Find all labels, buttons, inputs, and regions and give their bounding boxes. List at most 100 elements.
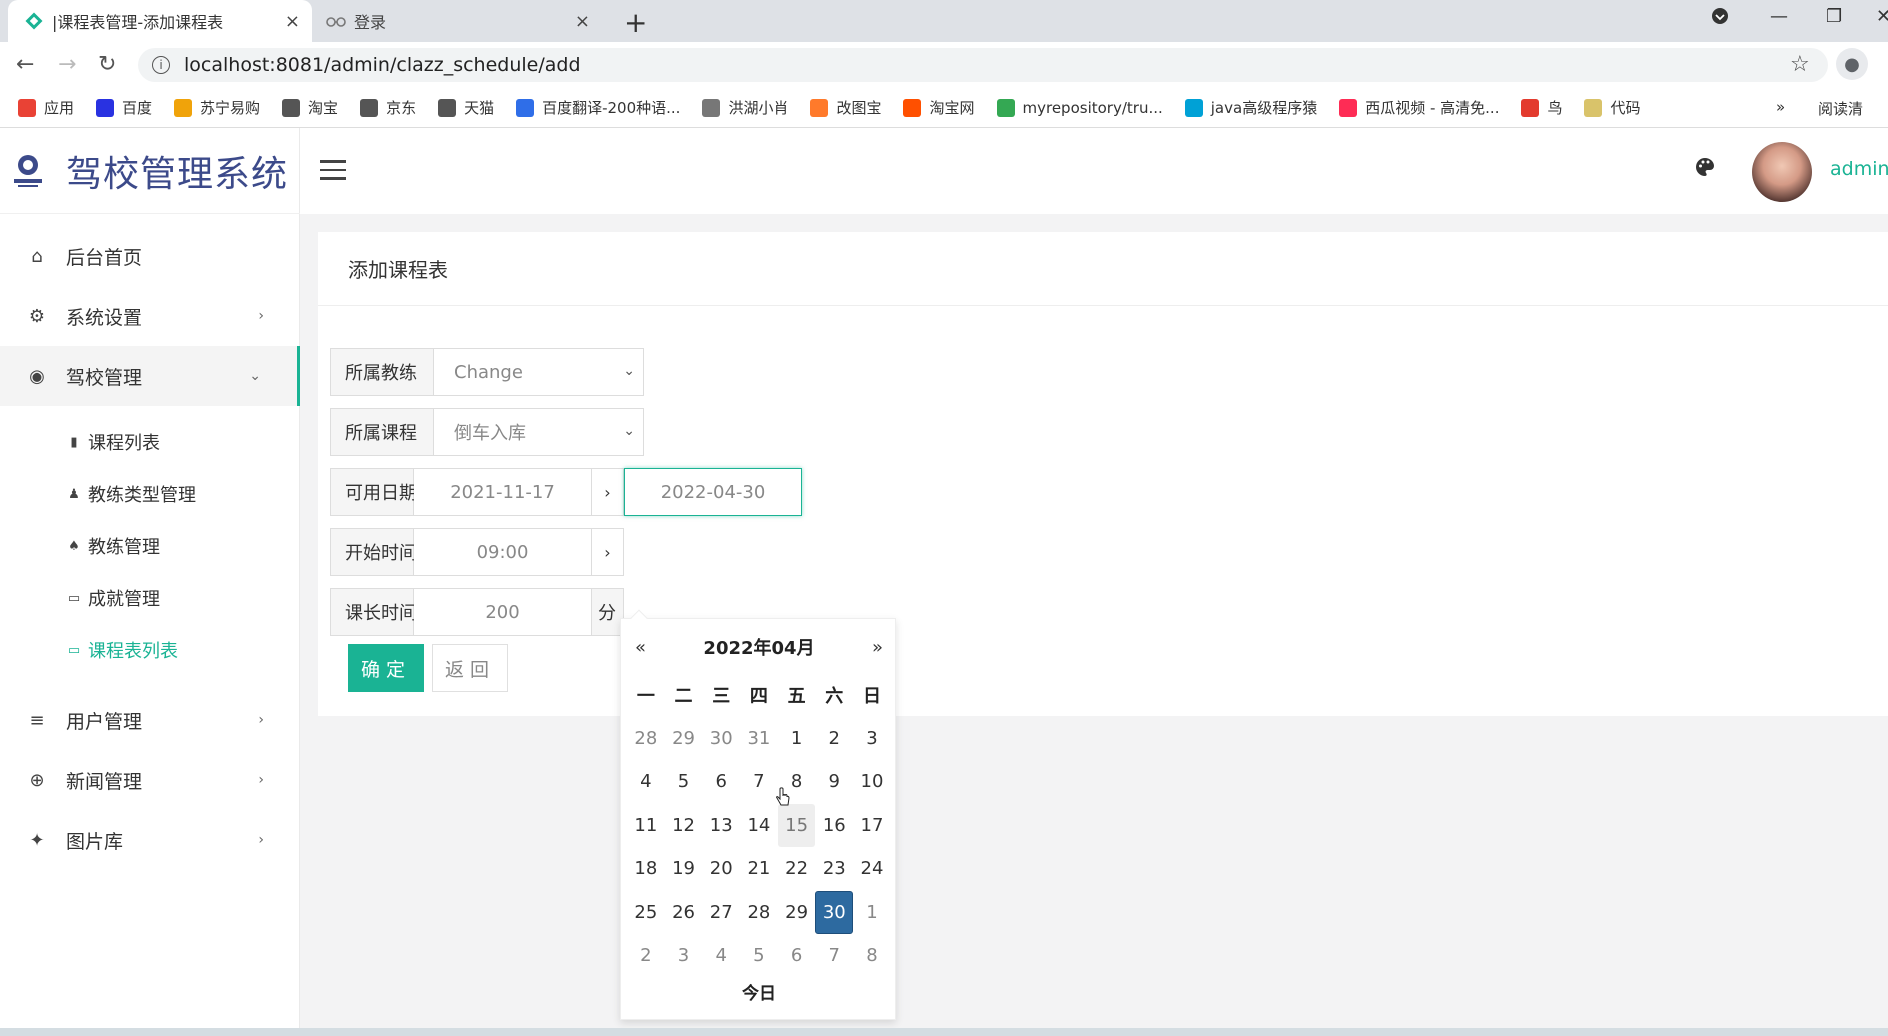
bookmark-item[interactable]: 淘宝: [282, 97, 338, 118]
date-start-input[interactable]: 2021-11-17: [414, 468, 592, 516]
restore-icon[interactable]: ❐: [1826, 6, 1842, 27]
calendar-day[interactable]: 12: [665, 804, 703, 848]
start-time-input[interactable]: 09:00: [414, 528, 592, 576]
tab-search-icon[interactable]: [1710, 6, 1730, 31]
calendar-day[interactable]: 29: [778, 891, 816, 935]
bookmark-item[interactable]: 洪湖小肖: [702, 97, 788, 118]
bookmark-item[interactable]: java高级程序猿: [1184, 97, 1317, 118]
calendar-day[interactable]: 16: [815, 804, 853, 848]
bookmark-item[interactable]: myrepository/tru...: [996, 98, 1163, 117]
site-info-icon[interactable]: i: [152, 56, 170, 74]
calendar-day[interactable]: 3: [853, 717, 891, 761]
calendar-day[interactable]: 28: [627, 717, 665, 761]
calendar-day[interactable]: 15: [777, 803, 816, 847]
calendar-day[interactable]: 19: [665, 847, 703, 891]
calendar-day[interactable]: 2: [815, 717, 853, 761]
calendar-day[interactable]: 6: [702, 760, 740, 804]
submenu-item[interactable]: ♟ 教练类型管理: [0, 468, 300, 520]
bookmark-item[interactable]: 鸟: [1521, 97, 1562, 118]
sidebar-item[interactable]: ⌂ 后台首页: [0, 226, 300, 286]
bookmark-star-icon[interactable]: ☆: [1790, 52, 1810, 77]
calendar-day[interactable]: 1: [853, 891, 891, 935]
calendar-day[interactable]: 18: [627, 847, 665, 891]
window-close-icon[interactable]: ✕: [1876, 6, 1888, 27]
calendar-day[interactable]: 17: [853, 804, 891, 848]
calendar-day[interactable]: 23: [815, 847, 853, 891]
sidebar-item[interactable]: ≡ 用户管理 ›: [0, 690, 300, 750]
url-bar[interactable]: i localhost:8081/admin/clazz_schedule/ad…: [138, 48, 1828, 82]
bookmark-item[interactable]: 淘宝网: [903, 97, 975, 118]
prev-month-button[interactable]: «: [635, 637, 646, 658]
new-tab-button[interactable]: +: [624, 6, 647, 39]
calendar-day[interactable]: 8: [853, 934, 891, 978]
sidebar-item[interactable]: ✦ 图片库 ›: [0, 810, 300, 870]
calendar-day[interactable]: 5: [740, 934, 778, 978]
bookmark-item[interactable]: 百度: [96, 97, 152, 118]
bookmark-item[interactable]: 京东: [360, 97, 416, 118]
calendar-day[interactable]: 5: [665, 760, 703, 804]
tab-login[interactable]: 登录 ×: [318, 0, 602, 42]
submenu-item[interactable]: ▭ 课程表列表: [0, 624, 300, 676]
calendar-day[interactable]: 6: [778, 934, 816, 978]
reading-list[interactable]: 阅读清: [1818, 98, 1863, 119]
tab-close-icon[interactable]: ×: [575, 11, 590, 32]
calendar-day[interactable]: 11: [627, 804, 665, 848]
date-end-input[interactable]: 2022-04-30: [624, 468, 802, 516]
menu-toggle-icon[interactable]: [320, 160, 346, 180]
submenu-item[interactable]: ▭ 成就管理: [0, 572, 300, 624]
calendar-day[interactable]: 24: [853, 847, 891, 891]
tab-active[interactable]: |课程表管理-添加课程表 ×: [8, 0, 312, 42]
calendar-day[interactable]: 29: [665, 717, 703, 761]
forward-icon[interactable]: →: [58, 52, 76, 77]
profile-icon[interactable]: ●: [1836, 48, 1868, 80]
bookmark-item[interactable]: 百度翻译-200种语...: [516, 97, 680, 118]
avatar[interactable]: [1752, 142, 1812, 202]
calendar-day[interactable]: 14: [740, 804, 778, 848]
calendar-day[interactable]: 7: [740, 760, 778, 804]
coach-select[interactable]: Change ⌄: [434, 348, 644, 396]
sidebar-item[interactable]: ◉ 驾校管理 ⌄: [0, 346, 300, 406]
duration-input[interactable]: 200: [414, 588, 592, 636]
username[interactable]: admin: [1830, 158, 1888, 180]
course-select[interactable]: 倒车入库 ⌄: [434, 408, 644, 456]
calendar-day[interactable]: 13: [702, 804, 740, 848]
bookmark-item[interactable]: 西瓜视频 - 高清免...: [1339, 97, 1499, 118]
calendar-day[interactable]: 31: [740, 717, 778, 761]
bookmark-item[interactable]: 代码: [1584, 97, 1641, 118]
calendar-day[interactable]: 9: [815, 760, 853, 804]
reload-icon[interactable]: ↻: [98, 52, 116, 77]
bookmark-item[interactable]: 应用: [18, 97, 74, 118]
calendar-day[interactable]: 3: [665, 934, 703, 978]
calendar-day[interactable]: 30: [815, 890, 854, 934]
back-icon[interactable]: ←: [16, 52, 34, 77]
bookmark-item[interactable]: 苏宁易购: [174, 97, 260, 118]
calendar-day[interactable]: 20: [702, 847, 740, 891]
bookmark-item[interactable]: 天猫: [438, 97, 494, 118]
calendar-day[interactable]: 10: [853, 760, 891, 804]
palette-icon[interactable]: [1694, 156, 1716, 184]
bookmark-item[interactable]: 改图宝: [810, 97, 881, 118]
bookmarks-more-icon[interactable]: »: [1776, 98, 1785, 116]
today-button[interactable]: 今日: [621, 979, 897, 1004]
sidebar-item[interactable]: ⚙ 系统设置 ›: [0, 286, 300, 346]
calendar-day[interactable]: 22: [778, 847, 816, 891]
calendar-day[interactable]: 28: [740, 891, 778, 935]
calendar-day[interactable]: 4: [627, 760, 665, 804]
submenu-item[interactable]: ▮ 课程列表: [0, 416, 300, 468]
calendar-day[interactable]: 26: [665, 891, 703, 935]
datepicker-month-title[interactable]: 2022年04月: [703, 634, 814, 660]
calendar-day[interactable]: 21: [740, 847, 778, 891]
calendar-day[interactable]: 30: [702, 717, 740, 761]
submenu-item[interactable]: ♠ 教练管理: [0, 520, 300, 572]
minimize-icon[interactable]: —: [1770, 6, 1788, 27]
next-month-button[interactable]: »: [872, 637, 883, 658]
tab-close-icon[interactable]: ×: [285, 11, 300, 32]
calendar-day[interactable]: 1: [778, 717, 816, 761]
calendar-day[interactable]: 4: [702, 934, 740, 978]
calendar-day[interactable]: 25: [627, 891, 665, 935]
confirm-button[interactable]: 确定: [348, 644, 424, 692]
calendar-day[interactable]: 7: [815, 934, 853, 978]
calendar-day[interactable]: 27: [702, 891, 740, 935]
back-button[interactable]: 返回: [432, 644, 508, 692]
sidebar-item[interactable]: ⊕ 新闻管理 ›: [0, 750, 300, 810]
